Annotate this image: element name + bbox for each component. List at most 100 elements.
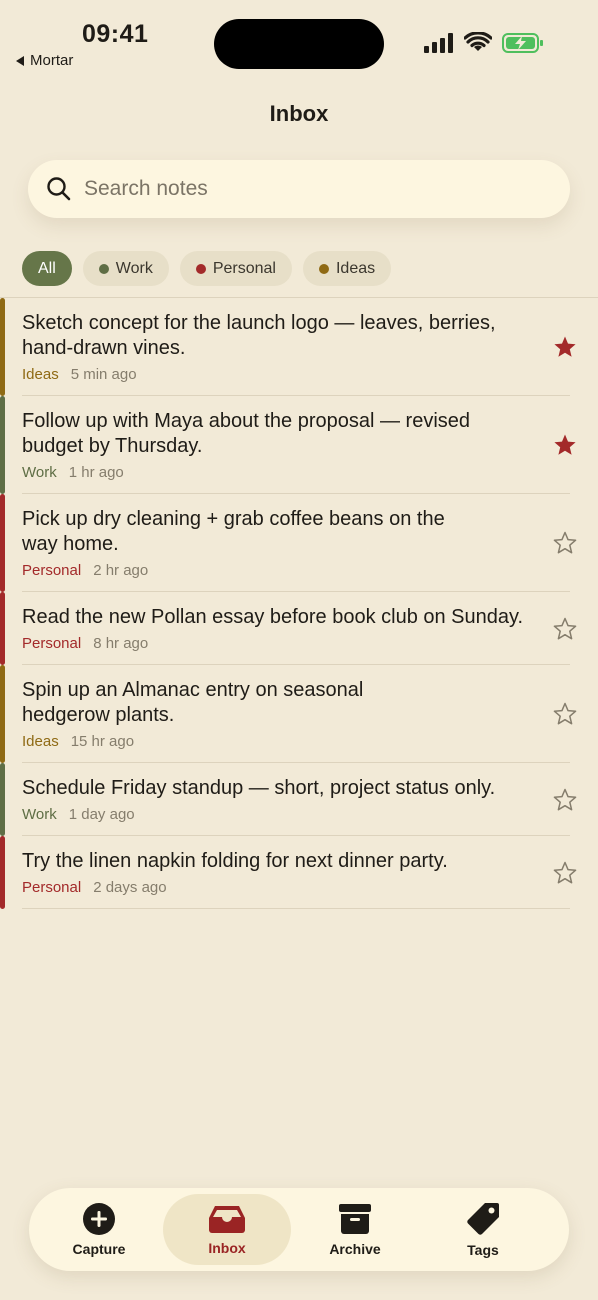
star-toggle[interactable] bbox=[550, 788, 580, 812]
filter-chip-label: Work bbox=[115, 259, 153, 277]
note-body: Read the new Pollan essay before book cl… bbox=[22, 592, 540, 665]
note-tag: Personal bbox=[22, 562, 82, 579]
page-title: Inbox bbox=[269, 101, 329, 126]
note-time: 8 hr ago bbox=[93, 635, 149, 652]
note-title: Spin up an Almanac entry on seasonal hedg… bbox=[22, 678, 540, 728]
note-tag: Personal bbox=[22, 635, 82, 652]
star-toggle[interactable] bbox=[550, 617, 580, 641]
star-toggle[interactable] bbox=[550, 702, 580, 726]
note-body: Schedule Friday standup — short, project… bbox=[22, 763, 540, 836]
filter-chip-label: All bbox=[38, 259, 56, 277]
tab-archive[interactable]: Archive bbox=[291, 1194, 419, 1265]
note-title-line: Try the linen napkin folding for next di… bbox=[22, 850, 448, 872]
cellular-signal-icon bbox=[424, 32, 453, 53]
tag-color-bar bbox=[0, 396, 5, 494]
note-item[interactable]: Try the linen napkin folding for next di… bbox=[0, 836, 598, 909]
note-title-line: hand-drawn vines. bbox=[22, 337, 186, 359]
tab-label: Tags bbox=[467, 1241, 499, 1258]
status-icons bbox=[424, 32, 544, 53]
search-bar[interactable] bbox=[28, 160, 570, 218]
dynamic-island bbox=[214, 19, 384, 69]
note-time: 1 day ago bbox=[68, 806, 135, 823]
note-title: Try the linen napkin folding for next di… bbox=[22, 849, 540, 874]
wifi-icon bbox=[464, 32, 492, 51]
tab-inbox[interactable]: Inbox bbox=[163, 1194, 291, 1265]
tab-label: Inbox bbox=[208, 1239, 246, 1256]
tag-icon bbox=[467, 1202, 499, 1235]
note-time: 2 hr ago bbox=[93, 562, 149, 579]
star-outline-icon bbox=[553, 531, 577, 554]
note-title: Sketch concept for the launch logo — lea… bbox=[22, 311, 540, 361]
archive-box-icon bbox=[339, 1203, 371, 1234]
note-title-line: budget by Thursday. bbox=[22, 435, 203, 457]
note-title-line: way home. bbox=[22, 533, 119, 555]
tab-capture[interactable]: Capture bbox=[35, 1194, 163, 1265]
filter-chip-label: Ideas bbox=[335, 259, 376, 277]
note-item[interactable]: Sketch concept for the launch logo — lea… bbox=[0, 298, 598, 396]
tag-color-bar bbox=[0, 494, 5, 592]
add-circle-icon bbox=[83, 1202, 115, 1235]
star-filled-icon bbox=[554, 336, 576, 357]
search-input[interactable] bbox=[84, 177, 524, 201]
note-body: Follow up with Maya about the proposal —… bbox=[22, 396, 540, 494]
note-tag: Work bbox=[22, 806, 57, 823]
tag-color-bar bbox=[0, 836, 5, 909]
note-item[interactable]: Spin up an Almanac entry on seasonal hedg… bbox=[0, 665, 598, 763]
note-item[interactable]: Follow up with Maya about the proposal —… bbox=[0, 396, 598, 494]
star-outline-icon bbox=[553, 702, 577, 725]
inbox-tray-icon bbox=[209, 1205, 245, 1233]
note-time: 1 hr ago bbox=[68, 464, 124, 481]
tag-color-bar bbox=[0, 592, 5, 665]
note-meta: Work 1 hr ago bbox=[22, 464, 540, 481]
star-outline-icon bbox=[553, 861, 577, 883]
star-toggle[interactable] bbox=[550, 335, 580, 359]
battery-charging-icon bbox=[502, 32, 543, 53]
filter-chip-personal[interactable]: Personal bbox=[179, 251, 292, 286]
note-meta: Ideas 15 hr ago bbox=[22, 733, 540, 750]
note-meta: Personal 8 hr ago bbox=[22, 635, 540, 652]
note-time: 15 hr ago bbox=[70, 733, 135, 750]
filter-chip-work[interactable]: Work bbox=[82, 251, 169, 286]
note-item[interactable]: Read the new Pollan essay before book cl… bbox=[0, 592, 598, 665]
filter-chip-ideas[interactable]: Ideas bbox=[302, 251, 392, 286]
note-time: 2 days ago bbox=[93, 879, 167, 896]
filter-chip-all[interactable]: All bbox=[22, 251, 72, 286]
tab-label: Capture bbox=[72, 1240, 126, 1257]
notes-list: Sketch concept for the launch logo — lea… bbox=[0, 298, 598, 909]
note-title: Read the new Pollan essay before book cl… bbox=[22, 605, 540, 630]
star-toggle[interactable] bbox=[550, 531, 580, 555]
ideas-dot-icon bbox=[318, 263, 329, 274]
star-toggle[interactable] bbox=[550, 861, 580, 885]
status-time: 09:41 bbox=[82, 20, 149, 48]
back-triangle-icon bbox=[16, 55, 24, 66]
note-title: Schedule Friday standup — short, project… bbox=[22, 776, 540, 801]
tag-color-bar bbox=[0, 298, 5, 396]
note-tag: Work bbox=[22, 464, 57, 481]
note-meta: Ideas 5 min ago bbox=[22, 366, 540, 383]
tag-color-bar bbox=[0, 763, 5, 836]
note-body: Sketch concept for the launch logo — lea… bbox=[22, 298, 540, 396]
note-item[interactable]: Pick up dry cleaning + grab coffee beans… bbox=[0, 494, 598, 592]
star-toggle[interactable] bbox=[550, 433, 580, 457]
filter-chip-label: Personal bbox=[212, 259, 276, 277]
note-body: Spin up an Almanac entry on seasonal hedg… bbox=[22, 665, 540, 763]
tab-tags[interactable]: Tags bbox=[419, 1194, 547, 1265]
tag-color-bar bbox=[0, 665, 5, 763]
note-title: Follow up with Maya about the proposal —… bbox=[22, 409, 540, 459]
tab-bar: Capture Inbox Archive Tags bbox=[29, 1188, 569, 1271]
note-title-line: Follow up with Maya about the proposal —… bbox=[22, 410, 471, 432]
note-meta: Personal 2 hr ago bbox=[22, 562, 540, 579]
note-title-line: Sketch concept for the launch logo — lea… bbox=[22, 312, 496, 334]
note-item[interactable]: Schedule Friday standup — short, project… bbox=[0, 763, 598, 836]
note-title-line: Spin up an Almanac entry on seasonal bbox=[22, 679, 364, 701]
note-title: Pick up dry cleaning + grab coffee beans… bbox=[22, 507, 540, 557]
star-filled-icon bbox=[554, 434, 576, 455]
personal-dot-icon bbox=[195, 263, 206, 274]
back-app-label: Mortar bbox=[30, 52, 74, 69]
filter-chips: All Work Personal Ideas bbox=[22, 251, 392, 286]
back-to-app[interactable]: Mortar bbox=[16, 52, 73, 69]
note-time: 5 min ago bbox=[70, 366, 137, 383]
note-meta: Personal 2 days ago bbox=[22, 879, 540, 896]
note-title-line: Pick up dry cleaning + grab coffee beans… bbox=[22, 508, 445, 530]
note-body: Pick up dry cleaning + grab coffee beans… bbox=[22, 494, 540, 592]
